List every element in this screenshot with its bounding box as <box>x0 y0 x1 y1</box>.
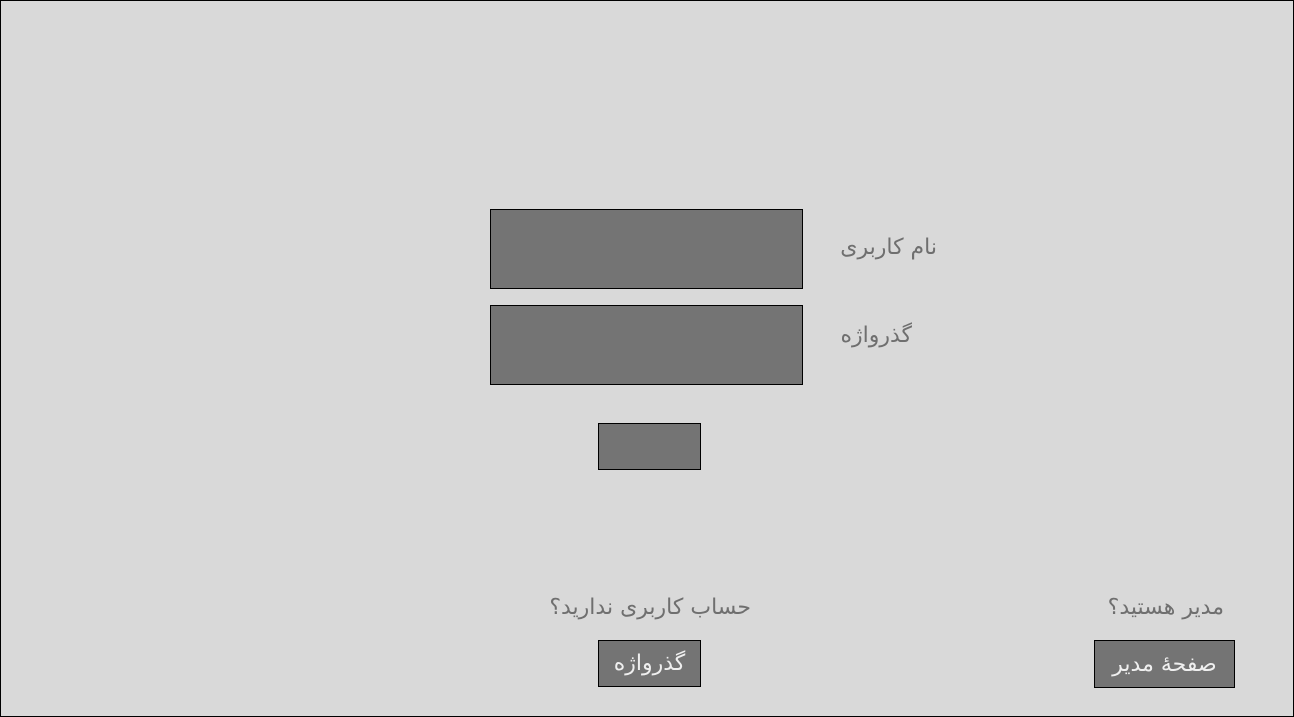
admin-page-button[interactable]: صفحهٔ مدیر <box>1094 640 1235 688</box>
username-label: نام کاربری <box>840 235 937 260</box>
signup-prompt: حساب کاربری ندارید؟ <box>549 595 751 620</box>
password-label: گذرواژه <box>840 323 912 348</box>
password-input[interactable] <box>490 305 803 385</box>
username-input[interactable] <box>490 209 803 289</box>
login-button[interactable] <box>598 423 701 470</box>
signup-button[interactable]: گذرواژه <box>598 640 701 687</box>
admin-prompt: مدیر هستید؟ <box>1107 595 1224 620</box>
